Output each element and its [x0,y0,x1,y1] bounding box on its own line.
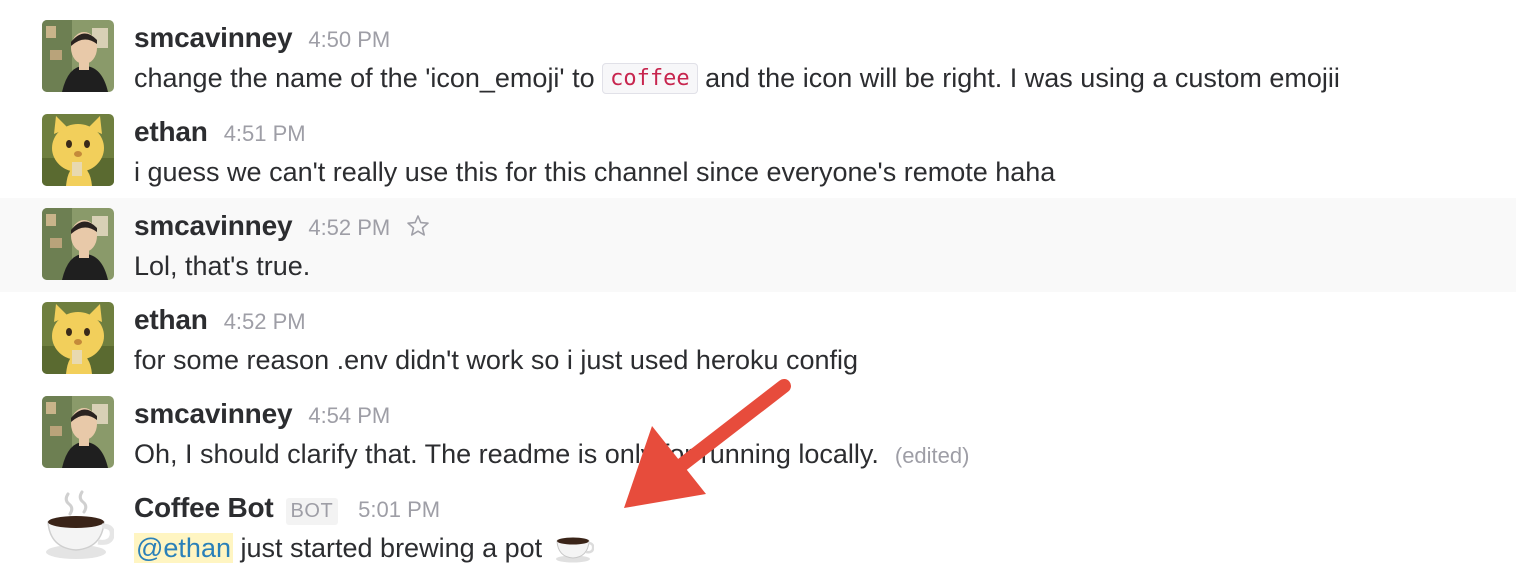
message-item[interactable]: smcavinney 4:50 PM change the name of th… [0,0,1516,94]
message-author[interactable]: smcavinney [134,398,293,430]
message-item[interactable]: ethan 4:52 PM for some reason .env didn'… [0,282,1516,376]
avatar[interactable] [42,302,114,374]
coffee-cup-icon[interactable] [42,490,114,562]
message-timestamp[interactable]: 4:51 PM [224,121,306,147]
message-author[interactable]: smcavinney [134,210,293,242]
message-item[interactable]: Coffee Bot BOT 5:01 PM @ethan just start… [0,470,1516,580]
message-item[interactable]: ethan 4:51 PM i guess we can't really us… [0,94,1516,188]
avatar[interactable] [42,114,114,186]
avatar[interactable] [42,396,114,468]
message-author[interactable]: ethan [134,116,208,148]
message-author[interactable]: ethan [134,304,208,336]
avatar[interactable] [42,208,114,280]
message-timestamp[interactable]: 4:52 PM [308,215,390,241]
message-text: for some reason .env didn't work so i ju… [134,345,859,375]
message-text: Lol, that's true. [134,251,311,281]
message-list: smcavinney 4:50 PM change the name of th… [0,0,1516,580]
message-timestamp[interactable]: 4:50 PM [308,27,390,53]
message-text: Oh, I should clarify that. The readme is… [134,436,969,474]
message-text-segment: change the name of the 'icon_emoji' to [134,63,603,93]
message-author[interactable]: smcavinney [134,22,293,54]
inline-code: coffee [602,63,698,94]
message-text-segment: just started brewing a pot [232,533,543,563]
message-timestamp[interactable]: 4:54 PM [308,403,390,429]
message-text-segment: and the icon will be right. I was using … [697,63,1340,93]
star-icon[interactable] [406,214,430,238]
edited-label: (edited) [894,443,970,468]
message-text: i guess we can't really use this for thi… [134,157,1056,187]
message-timestamp[interactable]: 5:01 PM [358,497,440,523]
user-mention[interactable]: @ethan [134,533,233,563]
message-item[interactable]: smcavinney 4:52 PM Lol, that's true. [0,198,1516,292]
message-text: @ethan just started brewing a pot [134,530,595,566]
message-item[interactable]: smcavinney 4:54 PM Oh, I should clarify … [0,376,1516,470]
avatar[interactable] [42,20,114,92]
message-text-segment: Oh, I should clarify that. The readme is… [134,439,879,469]
bot-badge: BOT [285,498,339,525]
message-timestamp[interactable]: 4:52 PM [224,309,306,335]
coffee-emoji-icon [554,531,595,563]
message-author[interactable]: Coffee Bot [134,492,274,524]
